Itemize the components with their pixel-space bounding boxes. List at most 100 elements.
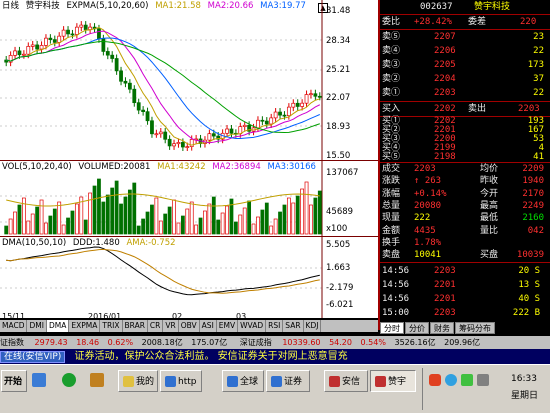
browser-icon[interactable]: [62, 373, 76, 387]
stat-label: 换手: [382, 237, 401, 248]
volume-bar: [163, 213, 168, 235]
candle-body: [70, 33, 75, 36]
volume-bar: [158, 220, 163, 235]
task-securities[interactable]: 证券: [266, 370, 310, 392]
stat-value: +0.14%: [414, 188, 447, 199]
tab-expma[interactable]: EXPMA: [69, 320, 101, 332]
tick-price: 2201: [434, 294, 456, 304]
index-value: 2979.43: [34, 338, 68, 347]
tab-trix[interactable]: TRIX: [100, 320, 123, 332]
candle-body: [309, 93, 313, 96]
candle-body: [136, 102, 141, 111]
dma-header: DMA(10,50,10) DDD:1.480 AMA:-0.752: [2, 238, 180, 249]
tick-time: 14:56: [382, 280, 410, 290]
row-label: 卖⑤: [382, 32, 401, 42]
ticker-text[interactable]: 证券活动，保护公众合法利益。 安信证券关于对网上恶意冒充: [74, 351, 347, 362]
buyin-row: 买入 2202 卖出 2203: [380, 102, 550, 116]
stat-value: ↑ 263: [414, 176, 442, 187]
tab-kdj[interactable]: KDJ: [304, 320, 322, 332]
volume-bar: [242, 207, 247, 235]
sell-level-row: 卖④ 2206 22: [380, 44, 550, 58]
task-anxin[interactable]: 安信: [324, 370, 368, 392]
candle-body: [176, 142, 181, 145]
tab-emv[interactable]: EMV: [217, 320, 239, 332]
tab-caiwu[interactable]: 财务: [430, 322, 454, 334]
tab-cr[interactable]: CR: [148, 320, 164, 332]
candle-body: [119, 70, 123, 82]
buyin-label: 买入: [382, 104, 401, 114]
volume-bar: [39, 199, 44, 235]
ie-icon: [271, 376, 282, 387]
clock-time[interactable]: 16:33: [511, 374, 537, 384]
chart-canvas: [0, 0, 323, 318]
volume-icon[interactable]: [477, 374, 489, 386]
volume-bar: [260, 209, 265, 235]
volume-bar: [70, 210, 75, 235]
tick-volume: 222 B: [512, 308, 540, 318]
tab-wvad[interactable]: WVAD: [238, 320, 267, 332]
stat-label: 均价: [480, 164, 499, 174]
dma-label: DMA(10,50,10): [2, 238, 67, 248]
network-icon[interactable]: [445, 374, 457, 386]
volume-bar: [101, 201, 106, 235]
tab-dmi[interactable]: DMI: [27, 320, 47, 332]
tab-sar[interactable]: SAR: [283, 320, 304, 332]
volume-bar: [8, 218, 13, 235]
task-zanyu[interactable]: 赞宇: [370, 370, 416, 392]
tab-asi[interactable]: ASI: [200, 320, 217, 332]
candle-body: [21, 53, 26, 56]
kline-chart[interactable]: 日线 赞宇科技 EXPMA(5,10,20,60) MA1:21.58 MA2:…: [0, 0, 378, 321]
tab-vr[interactable]: VR: [163, 320, 179, 332]
candle-body: [242, 124, 247, 127]
tab-chouma[interactable]: 筹码分布: [455, 322, 495, 334]
volume-bar: [48, 215, 53, 235]
tab-fenjia[interactable]: 分价: [405, 322, 429, 334]
row-label: 买⑤: [382, 152, 401, 162]
row-volume: 23: [533, 32, 544, 42]
candle-body: [158, 131, 163, 135]
stat-value: 2203: [414, 164, 436, 174]
stock-code: 002637: [420, 2, 453, 12]
stat-label: 买盘: [480, 250, 499, 261]
row-price: 2203: [434, 88, 456, 98]
tab-rsi[interactable]: RSI: [266, 320, 284, 332]
candle-body: [145, 111, 150, 122]
tab-fenshi[interactable]: 分时: [380, 322, 404, 334]
input-method-icon[interactable]: [429, 374, 441, 386]
vol-ma2-label: MA2:36894: [212, 162, 261, 172]
tab-macd[interactable]: MACD: [0, 320, 28, 332]
ie-icon: [227, 376, 238, 387]
task-http[interactable]: http: [160, 370, 202, 392]
tick-price: 2201: [434, 280, 456, 290]
volume-bar: [97, 178, 101, 235]
buyin-value: 2202: [434, 104, 456, 114]
online-button[interactable]: 在线(安信VIP): [0, 351, 66, 363]
candle-body: [74, 26, 79, 35]
show-desktop-icon[interactable]: [32, 373, 46, 387]
folder-icon[interactable]: [90, 373, 104, 387]
app-icon: [375, 376, 386, 387]
tab-obv[interactable]: OBV: [179, 320, 200, 332]
buy-level-row: 买③ 2200 53: [380, 135, 550, 144]
tab-dma[interactable]: DMA: [46, 320, 70, 332]
volume-bar: [225, 205, 229, 235]
task-mypc[interactable]: 我的: [118, 370, 158, 392]
volume-bar: [273, 218, 278, 235]
security-icon[interactable]: [461, 374, 473, 386]
index-status-bar: 证指数 2979.43 18.46 0.62% 2008.18亿 175.07亿…: [0, 336, 550, 349]
tab-brar[interactable]: BRAR: [123, 320, 148, 332]
stat-value: 1940: [522, 176, 544, 187]
candle-body: [273, 111, 278, 119]
row-price: 2198: [434, 152, 456, 162]
stat-row: 成交 2203 均价 2209: [380, 163, 550, 175]
task-global[interactable]: 全球: [222, 370, 264, 392]
volume-bar: [291, 202, 296, 235]
start-button[interactable]: 开始: [1, 370, 27, 392]
price-axis-tick: 28.34: [326, 36, 351, 46]
candle-body: [44, 37, 48, 46]
candle-body: [57, 35, 62, 43]
row-label: 卖②: [382, 74, 401, 84]
row-volume: 173: [527, 60, 544, 70]
volume-bar: [211, 196, 216, 235]
row-label: 卖④: [382, 46, 401, 56]
